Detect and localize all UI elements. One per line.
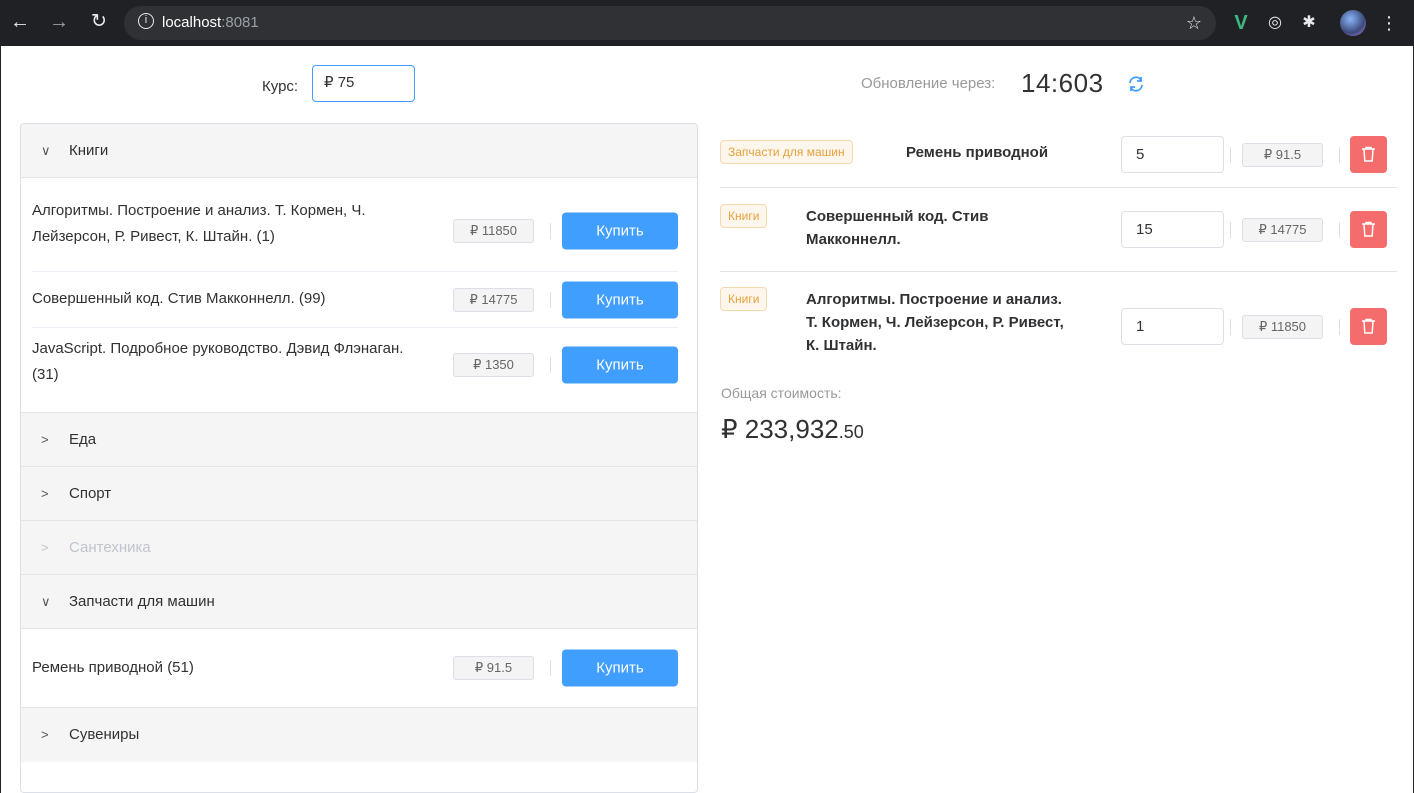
product-price: ₽ 11850 <box>453 218 534 243</box>
refresh-icon[interactable] <box>1127 75 1145 93</box>
trash-icon <box>1362 146 1375 162</box>
product-title: Совершенный код. Стив Макконнелл. (99) <box>32 290 326 307</box>
divider <box>550 357 551 373</box>
extensions-puzzle-icon[interactable]: ✱ <box>1296 10 1322 36</box>
browser-toolbar: ← → ↻ i localhost:8081 ☆ V ◎ ✱ ⋮ <box>0 0 1414 46</box>
info-icon[interactable]: i <box>138 13 154 30</box>
divider <box>1230 147 1231 163</box>
update-label: Обновление через: <box>861 75 996 92</box>
rate-input[interactable]: ₽ 75 <box>312 65 415 102</box>
buy-button[interactable]: 🛒Купить <box>562 346 678 384</box>
category-name: Запчасти для машин <box>69 593 215 610</box>
category-name: Книги <box>69 142 109 159</box>
cart-row: Книги Совершенный код. Стив Макконнелл. … <box>720 188 1397 272</box>
cart-item-price: ₽ 11850 <box>1242 315 1323 339</box>
bookmark-star-icon[interactable]: ☆ <box>1186 6 1202 40</box>
category-name: Сантехника <box>69 539 151 556</box>
cart-item-name: Алгоритмы. Построение и анализ. Т. Корме… <box>806 291 1064 354</box>
buy-button[interactable]: 🛒Купить <box>562 281 678 318</box>
divider <box>1339 222 1340 238</box>
rate-label: Курс: <box>262 78 299 95</box>
buy-button-label: Купить <box>596 291 644 308</box>
chevron-down-icon: ∨ <box>41 594 51 609</box>
cart-category-tag: Книги <box>720 204 768 228</box>
divider <box>1339 147 1340 163</box>
menu-dots-icon[interactable]: ⋮ <box>1376 10 1402 36</box>
product-price: ₽ 91.5 <box>453 656 534 680</box>
category-name: Сувениры <box>69 726 140 743</box>
category-header-souvenirs[interactable]: > Сувениры <box>21 708 697 762</box>
product-title: Алгоритмы. Построение и анализ. Т. Корме… <box>32 202 366 245</box>
product-item: JavaScript. Подробное руководство. Дэвид… <box>32 328 678 402</box>
app-page: Курс: ₽ 75 Обновление через: 14:603 ∨ Кни… <box>0 46 1414 793</box>
url-host: localhost <box>162 14 222 31</box>
update-timer: 14:603 <box>1021 68 1104 98</box>
buy-button-label: Купить <box>596 659 644 677</box>
trash-icon <box>1362 318 1375 334</box>
total-price: ₽ 233,932.50 <box>721 414 864 445</box>
product-price: ₽ 14775 <box>453 287 534 312</box>
address-bar[interactable]: i localhost:8081 ☆ <box>124 6 1216 40</box>
category-header-books[interactable]: ∨ Книги <box>21 124 697 178</box>
delete-button[interactable] <box>1350 136 1387 173</box>
buy-button[interactable]: 🛒Купить <box>562 212 678 249</box>
total-label: Общая стоимость: <box>721 385 842 401</box>
chevron-right-icon: > <box>41 486 49 501</box>
back-icon[interactable]: ← <box>5 0 35 46</box>
product-price: ₽ 1350 <box>453 353 534 377</box>
total-main: ₽ 233,932 <box>721 414 839 444</box>
quantity-input[interactable]: 15 <box>1121 211 1224 248</box>
chevron-right-icon: > <box>41 727 49 742</box>
delete-button[interactable] <box>1350 211 1387 248</box>
total-cents: .50 <box>838 422 864 442</box>
cart-item-price: ₽ 91.5 <box>1242 143 1323 167</box>
divider <box>550 222 551 239</box>
quantity-input[interactable]: 1 <box>1121 308 1224 345</box>
cart-category-tag: Книги <box>720 287 768 311</box>
chevron-right-icon: > <box>41 432 49 447</box>
category-header-sport[interactable]: > Спорт <box>21 467 697 521</box>
product-title: JavaScript. Подробное руководство. Дэвид… <box>32 340 404 383</box>
category-name: Еда <box>69 431 97 448</box>
vue-devtools-icon[interactable]: V <box>1228 10 1254 36</box>
category-body-car-parts: Ремень приводной (51) ₽ 91.5 🛒Купить <box>21 629 697 708</box>
category-header-car-parts[interactable]: ∨ Запчасти для машин <box>21 575 697 629</box>
chevron-right-icon: > <box>41 540 49 555</box>
cart-item-name: Ремень приводной <box>906 144 1049 161</box>
url-port: :8081 <box>221 14 259 31</box>
reload-icon[interactable]: ↻ <box>84 0 114 46</box>
cart-item-name: Совершенный код. Стив Макконнелл. <box>806 208 989 248</box>
category-accordion: ∨ Книги Алгоритмы. Построение и анализ. Т… <box>20 123 698 793</box>
product-item: Алгоритмы. Построение и анализ. Т. Корме… <box>32 190 678 272</box>
category-name: Спорт <box>69 485 112 502</box>
product-item: Совершенный код. Стив Макконнелл. (99) ₽… <box>32 272 678 328</box>
buy-button-label: Купить <box>596 356 644 374</box>
profile-avatar[interactable] <box>1340 10 1366 36</box>
buy-button-label: Купить <box>596 222 644 239</box>
cart-item-price: ₽ 14775 <box>1242 218 1323 242</box>
cart-category-tag: Запчасти для машин <box>720 140 853 164</box>
cart-list: Запчасти для машин Ремень приводной 5 ₽ … <box>720 123 1397 376</box>
divider <box>1230 222 1231 238</box>
divider <box>1230 319 1231 335</box>
target-extension-icon[interactable]: ◎ <box>1262 10 1288 36</box>
trash-icon <box>1362 221 1375 237</box>
forward-icon[interactable]: → <box>44 0 74 46</box>
category-body-books: Алгоритмы. Построение и анализ. Т. Корме… <box>21 178 697 413</box>
divider <box>550 660 551 676</box>
delete-button[interactable] <box>1350 308 1387 345</box>
category-header-food[interactable]: > Еда <box>21 413 697 467</box>
divider <box>1339 319 1340 335</box>
product-title: Ремень приводной (51) <box>32 659 194 676</box>
chevron-down-icon: ∨ <box>41 143 51 158</box>
product-item: Ремень приводной (51) ₽ 91.5 🛒Купить <box>32 647 678 689</box>
category-header-plumbing: > Сантехника <box>21 521 697 575</box>
quantity-input[interactable]: 5 <box>1121 136 1224 173</box>
divider <box>550 291 551 308</box>
cart-row: Книги Алгоритмы. Построение и анализ. Т.… <box>720 272 1397 376</box>
cart-row: Запчасти для машин Ремень приводной 5 ₽ … <box>720 123 1397 188</box>
buy-button[interactable]: 🛒Купить <box>562 649 678 687</box>
